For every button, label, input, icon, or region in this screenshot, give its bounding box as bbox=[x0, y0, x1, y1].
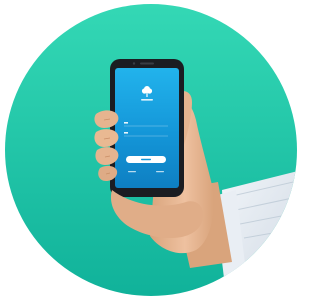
footer-link-right[interactable] bbox=[156, 171, 164, 173]
app-title-bar bbox=[141, 99, 153, 101]
login-button-label bbox=[141, 158, 151, 161]
footer-link-left[interactable] bbox=[128, 171, 136, 173]
phone-speaker bbox=[140, 62, 154, 65]
photo-scene bbox=[0, 0, 302, 300]
username-field-marker[interactable] bbox=[124, 122, 128, 124]
smartphone bbox=[110, 59, 184, 197]
password-field-marker[interactable] bbox=[124, 132, 128, 134]
photo-illustration bbox=[5, 4, 297, 296]
phone-camera bbox=[132, 62, 136, 65]
